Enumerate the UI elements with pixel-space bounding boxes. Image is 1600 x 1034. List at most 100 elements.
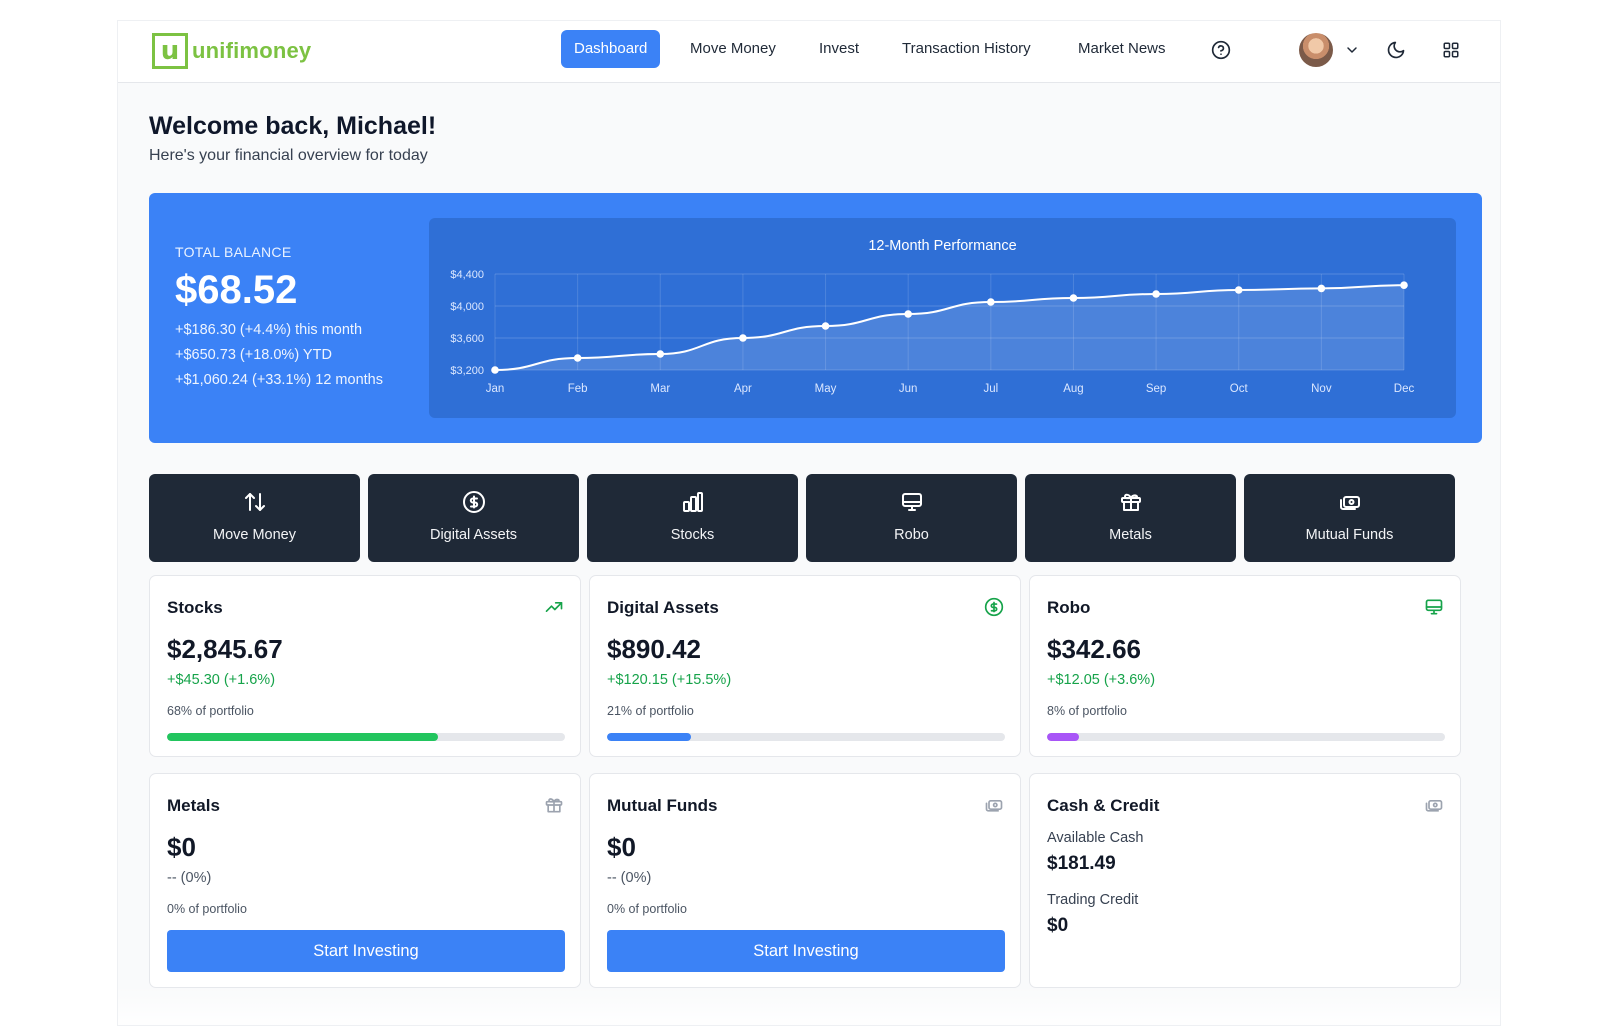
chart-xtick-label: Jun [899, 383, 918, 395]
gift-icon [543, 794, 565, 816]
gift-icon [1025, 490, 1236, 514]
avatar[interactable] [1299, 33, 1333, 67]
card-amount: $0 [167, 832, 196, 862]
trading-credit-value: $0 [1047, 915, 1069, 936]
portfolio-progress [607, 733, 1005, 741]
balance-change-year: +$1,060.24 (+33.1%) 12 months [175, 372, 383, 388]
digital-assets-card[interactable]: Digital Assets $890.42 +$120.15 (+15.5%)… [589, 575, 1021, 757]
action-robo[interactable]: Robo [806, 474, 1017, 562]
action-label: Metals [1109, 527, 1152, 543]
dollar-circle-icon [983, 596, 1005, 618]
action-digital-assets[interactable]: Digital Assets [368, 474, 579, 562]
chart-point [1400, 281, 1408, 289]
chart-xtick-label: Jul [983, 383, 998, 395]
nav-move-money[interactable]: Move Money [677, 30, 789, 68]
app-window: u unifimoney Dashboard Move Money Invest… [117, 20, 1501, 1026]
chart-xtick-label: Apr [734, 383, 752, 395]
start-investing-button[interactable]: Start Investing [607, 930, 1005, 972]
action-mutual-funds[interactable]: Mutual Funds [1244, 474, 1455, 562]
help-circle-icon[interactable] [1209, 38, 1233, 62]
robo-card[interactable]: Robo $342.66 +$12.05 (+3.6%) 8% of portf… [1029, 575, 1461, 757]
card-portfolio-share: 0% of portfolio [607, 902, 687, 916]
chart-point [573, 354, 582, 362]
stocks-card[interactable]: Stocks $2,845.67 +$45.30 (+1.6%) 68% of … [149, 575, 581, 757]
card-title: Mutual Funds [607, 796, 718, 815]
chart-xtick-label: Aug [1063, 383, 1083, 395]
card-amount: $890.42 [607, 634, 701, 664]
nav-transaction-history[interactable]: Transaction History [889, 30, 1044, 68]
portfolio-progress-fill [1047, 733, 1079, 741]
nav-dashboard[interactable]: Dashboard [561, 30, 661, 68]
chart-ytick-label: $3,200 [450, 365, 484, 377]
action-label: Stocks [670, 527, 715, 543]
total-balance-amount: $68.52 [175, 268, 298, 312]
chart-point [491, 366, 499, 374]
card-change: -- (0%) [607, 870, 652, 886]
action-move-money[interactable]: Move Money [149, 474, 360, 562]
cash-icon [983, 794, 1005, 816]
arrows-up-down-icon [149, 490, 360, 514]
top-navbar: u unifimoney Dashboard Move Money Invest… [118, 21, 1500, 83]
logo-text: unifimoney [192, 38, 312, 63]
card-change: +$12.05 (+3.6%) [1047, 672, 1156, 688]
bar-chart-icon [587, 490, 798, 514]
balance-change-ytd: +$650.73 (+18.0%) YTD [175, 347, 332, 363]
chart-point [1069, 294, 1078, 302]
action-label: Robo [894, 527, 929, 543]
page-title: Welcome back, Michael! [149, 112, 437, 140]
portfolio-progress [167, 733, 565, 741]
card-title: Digital Assets [607, 598, 719, 617]
chart-xtick-label: Sep [1146, 383, 1166, 395]
chart-xtick-label: Dec [1394, 383, 1415, 395]
portfolio-progress-fill [167, 733, 438, 741]
cash-credit-card[interactable]: Cash & Credit Available Cash $181.49 Tra… [1029, 773, 1461, 988]
chart-xtick-label: Nov [1311, 383, 1332, 395]
card-amount: $342.66 [1047, 634, 1141, 664]
metals-card[interactable]: Metals $0 -- (0%) 0% of portfolio Start … [149, 773, 581, 988]
chart-area-fill [495, 285, 1404, 370]
chart-xtick-label: Jan [486, 383, 505, 395]
action-metals[interactable]: Metals [1025, 474, 1236, 562]
chart-point [1234, 286, 1243, 294]
card-change: +$45.30 (+1.6%) [167, 672, 276, 688]
grid-icon[interactable] [1439, 38, 1463, 62]
chart-xtick-label: May [815, 383, 837, 395]
cash-icon [1244, 490, 1455, 514]
chart-xtick-label: Mar [650, 383, 670, 395]
card-change: +$120.15 (+15.5%) [607, 672, 732, 688]
total-balance-label: TOTAL BALANCE [175, 244, 292, 260]
trading-credit-label: Trading Credit [1047, 892, 1139, 908]
card-portfolio-share: 21% of portfolio [607, 704, 694, 718]
monitor-icon [1423, 596, 1445, 618]
chart-xtick-label: Feb [568, 383, 588, 395]
nav-market-news[interactable]: Market News [1065, 30, 1179, 68]
dollar-circle-icon [368, 490, 579, 514]
mutual-funds-card[interactable]: Mutual Funds $0 -- (0%) 0% of portfolio … [589, 773, 1021, 988]
balance-change-month: +$186.30 (+4.4%) this month [175, 322, 363, 338]
brand-logo[interactable]: u unifimoney [152, 33, 311, 69]
cash-icon [1423, 794, 1445, 816]
nav-invest[interactable]: Invest [806, 30, 872, 68]
chevron-down-icon[interactable] [1340, 38, 1364, 62]
chart-ytick-label: $4,000 [450, 301, 484, 313]
chart-ytick-label: $4,400 [450, 269, 484, 281]
page-subtitle: Here's your financial overview for today [149, 147, 428, 164]
chart-point [1317, 284, 1326, 293]
chart-point [821, 322, 830, 330]
card-title: Cash & Credit [1047, 796, 1160, 815]
card-title: Metals [167, 796, 220, 815]
chart-point [739, 334, 747, 342]
card-amount: $0 [607, 832, 636, 862]
available-cash-value: $181.49 [1047, 853, 1116, 874]
card-amount: $2,845.67 [167, 634, 283, 664]
card-portfolio-share: 8% of portfolio [1047, 704, 1127, 718]
action-stocks[interactable]: Stocks [587, 474, 798, 562]
trending-up-icon [543, 596, 565, 618]
chart-point [904, 310, 912, 318]
action-label: Digital Assets [429, 527, 518, 543]
moon-icon[interactable] [1384, 38, 1408, 62]
start-investing-button[interactable]: Start Investing [167, 930, 565, 972]
portfolio-progress-fill [607, 733, 691, 741]
chart-xtick-label: Oct [1230, 383, 1249, 395]
action-label: Move Money [212, 527, 296, 543]
